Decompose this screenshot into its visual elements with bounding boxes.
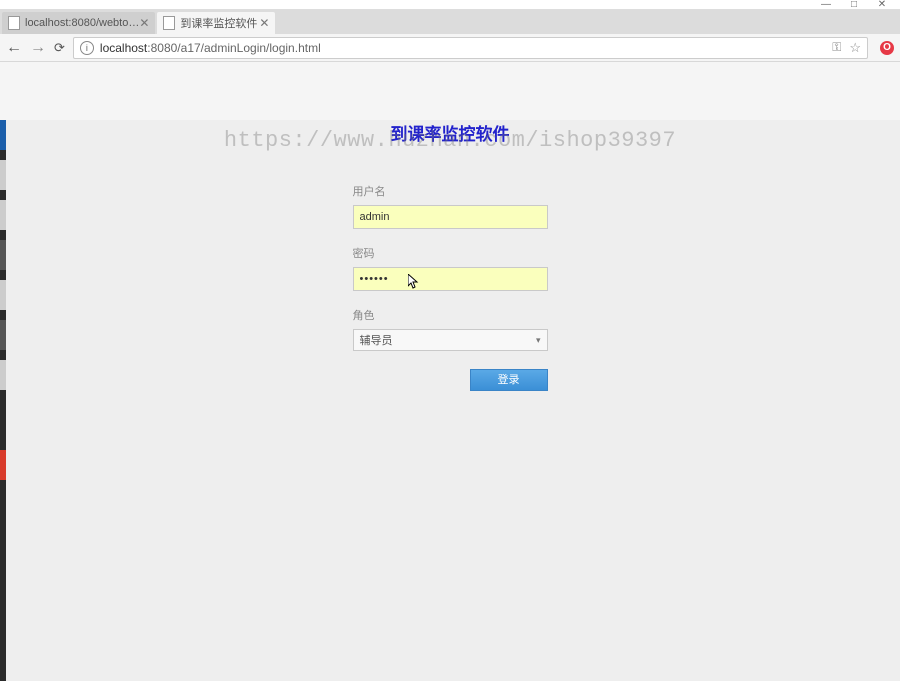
reload-button[interactable]: ⟳ bbox=[54, 40, 65, 56]
window-minimize-button[interactable]: — bbox=[812, 1, 840, 9]
page-content: https://www.huzhan.com/ishop39397 到课率监控软… bbox=[0, 120, 900, 681]
login-form: 用户名 密码 角色 辅导员 登录 bbox=[353, 183, 548, 391]
back-button[interactable]: ← bbox=[6, 39, 22, 57]
tab-close-icon[interactable]: ✕ bbox=[259, 16, 269, 30]
tab-title: 到课率监控软件 bbox=[180, 15, 257, 31]
window-controls: — □ ✕ bbox=[0, 0, 900, 10]
password-key-icon[interactable]: ⚿ bbox=[832, 40, 841, 55]
role-label: 角色 bbox=[353, 307, 548, 323]
tab-close-icon[interactable]: ✕ bbox=[139, 16, 149, 30]
left-edge-strip bbox=[0, 120, 6, 681]
address-bar[interactable]: i localhost:8080/a17/adminLogin/login.ht… bbox=[73, 37, 868, 59]
password-input[interactable] bbox=[353, 267, 548, 291]
role-select-value: 辅导员 bbox=[360, 332, 393, 348]
document-icon bbox=[163, 16, 175, 30]
role-select[interactable]: 辅导员 bbox=[353, 329, 548, 351]
site-info-icon[interactable]: i bbox=[80, 41, 94, 55]
page-title: 到课率监控软件 bbox=[0, 120, 900, 145]
password-label: 密码 bbox=[353, 245, 548, 261]
window-maximize-button[interactable]: □ bbox=[840, 1, 868, 9]
login-button[interactable]: 登录 bbox=[470, 369, 548, 391]
browser-tab-bar: localhost:8080/webto… ✕ 到课率监控软件 ✕ bbox=[0, 10, 900, 34]
username-label: 用户名 bbox=[353, 183, 548, 199]
extension-adblock-icon[interactable]: O bbox=[880, 41, 894, 55]
url-host: localhost bbox=[100, 41, 147, 55]
document-icon bbox=[8, 16, 20, 30]
tab-title: localhost:8080/webto… bbox=[25, 17, 139, 29]
browser-tab-2[interactable]: 到课率监控软件 ✕ bbox=[157, 12, 275, 34]
username-input[interactable] bbox=[353, 205, 548, 229]
browser-toolbar: ← → ⟳ i localhost:8080/a17/adminLogin/lo… bbox=[0, 34, 900, 62]
browser-tab-1[interactable]: localhost:8080/webto… ✕ bbox=[2, 12, 155, 34]
window-close-button[interactable]: ✕ bbox=[868, 1, 896, 9]
bookmark-star-icon[interactable]: ☆ bbox=[849, 40, 861, 56]
url-path: :8080/a17/adminLogin/login.html bbox=[147, 41, 320, 55]
new-tab-button[interactable] bbox=[281, 14, 303, 34]
forward-button[interactable]: → bbox=[30, 39, 46, 57]
